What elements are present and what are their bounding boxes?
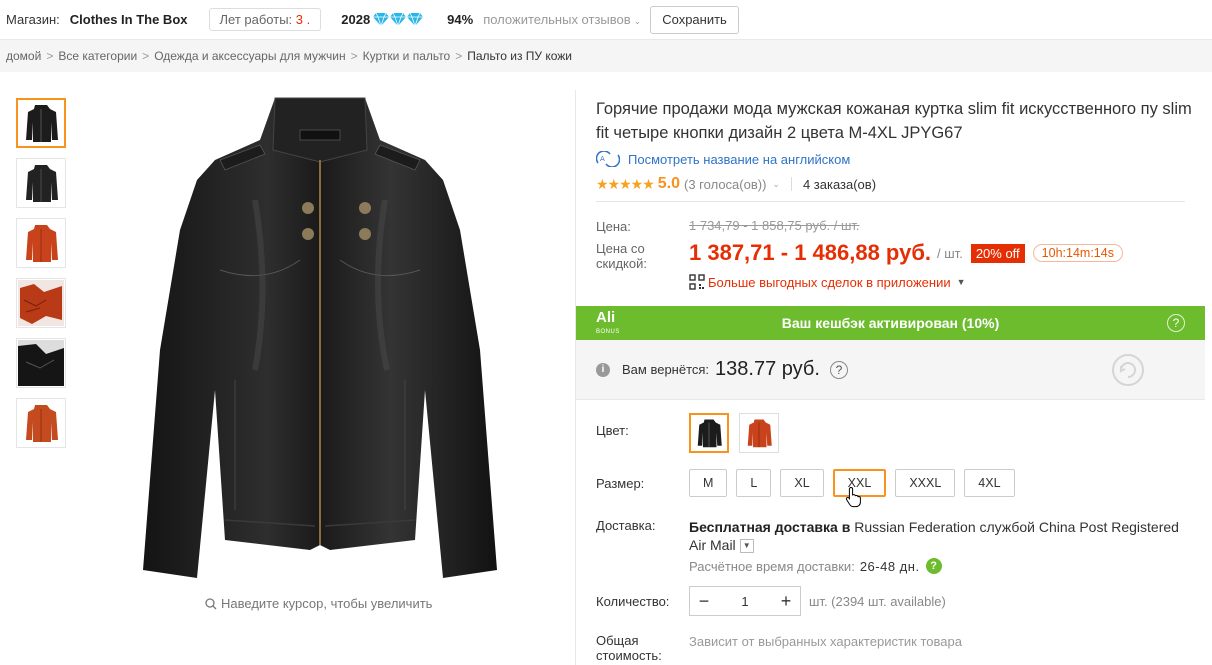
- breadcrumb: домой > Все категории > Одежда и аксессу…: [0, 40, 1212, 72]
- cashback-text: Ваш кешбэк активирован (10%): [781, 315, 1000, 331]
- help-icon[interactable]: ?: [925, 558, 942, 574]
- breadcrumb-separator: >: [350, 49, 358, 63]
- magnifier-icon: [205, 597, 217, 609]
- main-product-image[interactable]: [110, 90, 530, 585]
- thumbnail-black-alt[interactable]: [16, 158, 66, 208]
- delivery-eta: Расчётное время доставки: 26-48 дн. ?: [689, 558, 942, 574]
- qr-code-icon: [689, 274, 705, 290]
- store-years-badge: Лет работы: 3 .: [208, 8, 322, 31]
- store-years-label: Лет работы:: [219, 12, 293, 27]
- store-label: Магазин:: [6, 12, 60, 27]
- translate-title-text: Посмотреть название на английском: [628, 151, 851, 167]
- color-swatch-red[interactable]: [739, 413, 779, 453]
- total-value: Зависит от выбранных характеристик товар…: [689, 634, 962, 649]
- refund-box: i Вам вернётся: 138.77 руб. ?: [576, 340, 1205, 400]
- quantity-label: Количество:: [596, 594, 670, 609]
- store-bar: Магазин: Clothes In The Box Лет работы: …: [0, 0, 1212, 40]
- diamond-icon: [407, 13, 424, 26]
- cashback-banner: Ali BONUS Ваш кешбэк активирован (10%) ?: [576, 306, 1205, 340]
- original-price: 1 734,79 - 1 858,75 руб. / шт.: [689, 218, 860, 233]
- color-label: Цвет:: [596, 423, 629, 438]
- ali-bonus-logo: Ali BONUS: [596, 309, 620, 335]
- rating-row: ★★★★★ 5.0 (3 голоса(ов)) ⌄ 4 заказа(ов): [596, 175, 876, 193]
- breadcrumb-separator: >: [46, 49, 54, 63]
- hand-cursor-icon: [845, 486, 861, 508]
- quantity-input[interactable]: 1: [718, 594, 772, 609]
- delivery-label: Доставка:: [596, 518, 656, 533]
- quantity-decrease-button[interactable]: −: [690, 587, 718, 615]
- breadcrumb-home[interactable]: домой: [6, 49, 41, 63]
- thumbnail-list: [16, 98, 66, 458]
- discount-price: 1 387,71 - 1 486,88 руб.: [689, 240, 932, 265]
- feedback-dropdown[interactable]: положительных отзывов ⌄: [483, 12, 641, 27]
- rating-value: 5.0: [657, 175, 681, 192]
- product-title: Горячие продажи мода мужская кожаная кур…: [596, 100, 1192, 142]
- refund-amount: 138.77 руб.: [715, 358, 820, 380]
- size-option-m[interactable]: M: [689, 469, 728, 497]
- store-name-link[interactable]: Clothes In The Box: [70, 12, 188, 27]
- thumbnail-red-alt[interactable]: [16, 398, 66, 448]
- caret-down-icon: ▼: [956, 277, 966, 287]
- divider: [790, 177, 792, 191]
- store-rank-diamonds: [373, 13, 424, 26]
- thumbnail-black-detail[interactable]: [16, 338, 66, 388]
- app-deals-link[interactable]: Больше выгодных сделок в приложении ▼: [689, 274, 966, 290]
- breadcrumb-jackets-coats[interactable]: Куртки и пальто: [363, 49, 451, 63]
- free-shipping-text: Бесплатная доставка в: [689, 519, 851, 535]
- breadcrumb-all-categories[interactable]: Все категории: [58, 49, 137, 63]
- total-label: Общая стоимость:: [596, 633, 662, 663]
- breadcrumb-men-clothing[interactable]: Одежда и аксессуары для мужчин: [154, 49, 345, 63]
- discount-price-row: 1 387,71 - 1 486,88 руб. / шт. 20% off 1…: [689, 240, 1123, 266]
- store-score: 2028: [341, 12, 371, 27]
- discount-badge: 20% off: [970, 243, 1025, 263]
- breadcrumb-separator: >: [455, 49, 463, 63]
- delivery-info: Бесплатная доставка в Russian Federation…: [689, 518, 1189, 554]
- thumbnail-red-detail[interactable]: [16, 278, 66, 328]
- divider: [596, 201, 1185, 202]
- store-years-value: 3 .: [295, 12, 311, 27]
- eta-label: Расчётное время доставки:: [689, 558, 855, 574]
- size-label: Размер:: [596, 476, 645, 491]
- size-option-l[interactable]: L: [736, 469, 772, 497]
- breadcrumb-separator: >: [142, 49, 150, 63]
- svg-text:A: A: [600, 155, 605, 163]
- chevron-down-icon[interactable]: ⌄: [772, 179, 780, 190]
- zoom-hint: Наведите курсор, чтобы увеличить: [205, 596, 432, 611]
- size-option-4xl[interactable]: 4XL: [964, 469, 1015, 497]
- translate-icon: A: [596, 151, 620, 167]
- app-deals-text: Больше выгодных сделок в приложении: [708, 274, 951, 290]
- save-store-button[interactable]: Сохранить: [650, 5, 739, 34]
- quantity-stepper: − 1 +: [689, 586, 801, 616]
- chevron-down-icon[interactable]: ▼: [739, 539, 754, 554]
- chevron-down-icon: ⌄: [633, 16, 642, 26]
- feedback-label: положительных отзывов: [483, 12, 631, 27]
- orders-count: 4 заказа(ов): [802, 176, 877, 192]
- size-option-xl[interactable]: XL: [780, 469, 824, 497]
- discount-price-label: Цена со скидкой:: [596, 241, 647, 271]
- thumbnail-red-front[interactable]: [16, 218, 66, 268]
- price-unit: / шт.: [937, 245, 963, 261]
- diamond-icon: [390, 13, 407, 26]
- help-icon[interactable]: ?: [829, 360, 848, 379]
- breadcrumb-current: Пальто из ПУ кожи: [467, 49, 573, 63]
- info-icon: i: [596, 362, 610, 377]
- zoom-hint-text: Наведите курсор, чтобы увеличить: [221, 596, 433, 611]
- thumbnail-black-front[interactable]: [16, 98, 66, 148]
- countdown-timer: 10h:14m:14s: [1032, 244, 1123, 262]
- quantity-increase-button[interactable]: +: [772, 587, 800, 615]
- translate-title-link[interactable]: A Посмотреть название на английском: [596, 151, 850, 167]
- refund-label: Вам вернётся:: [622, 362, 710, 377]
- rating-votes-link[interactable]: (3 голоса(ов)): [684, 177, 766, 192]
- size-option-xxxl[interactable]: XXXL: [895, 469, 956, 497]
- color-swatch-black[interactable]: [689, 413, 729, 453]
- stock-info: шт. (2394 шт. available): [809, 594, 946, 609]
- diamond-icon: [373, 13, 390, 26]
- eta-days: 26-48 дн.: [859, 558, 920, 574]
- price-label: Цена:: [596, 219, 631, 234]
- help-icon[interactable]: ?: [1167, 314, 1185, 332]
- refresh-icon: [1112, 354, 1144, 386]
- rating-stars: ★★★★★: [596, 175, 655, 192]
- positive-feedback-percent: 94%: [447, 12, 474, 27]
